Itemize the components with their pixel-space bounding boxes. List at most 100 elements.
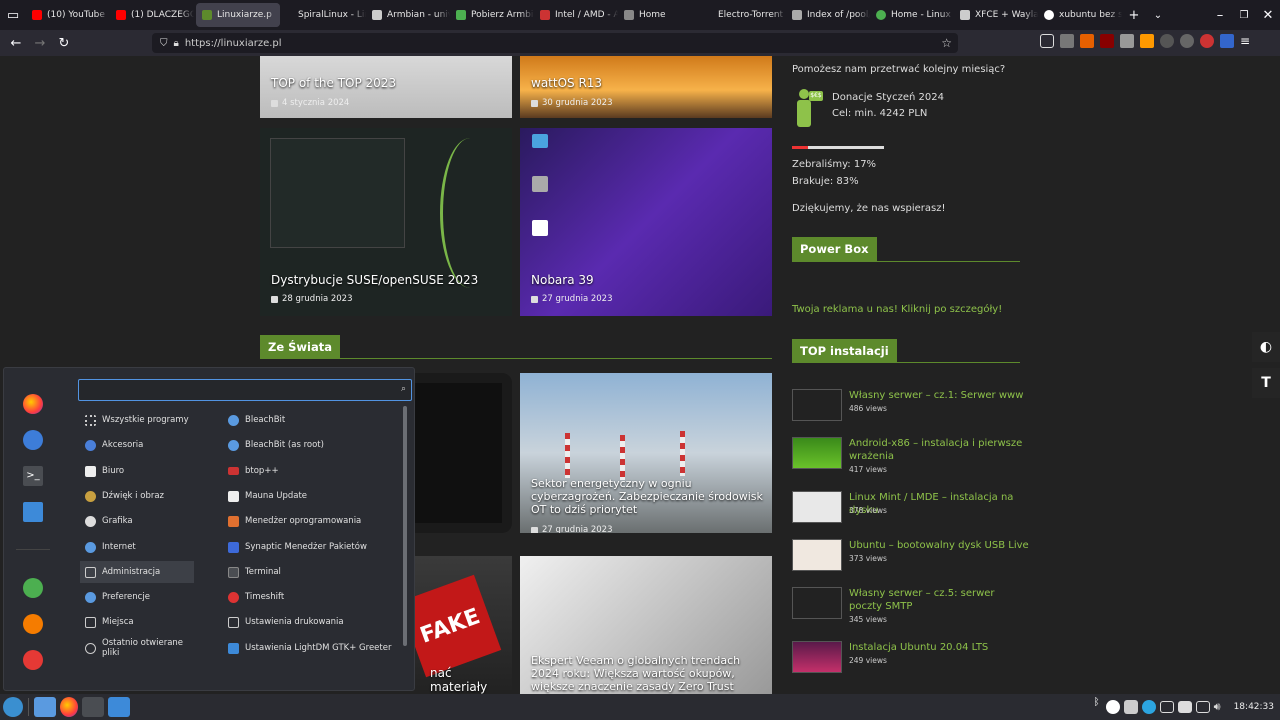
- network-icon[interactable]: [1123, 700, 1138, 714]
- top-install-title[interactable]: Własny serwer – cz.1: Serwer www: [849, 389, 1029, 402]
- file-manager-icon[interactable]: [108, 697, 130, 717]
- tab-home[interactable]: Home: [618, 0, 702, 30]
- tab-linuxiarze[interactable]: Linuxiarze.p: [196, 3, 280, 27]
- addon-icon[interactable]: [1140, 34, 1154, 48]
- search-input[interactable]: ⌕: [78, 379, 412, 401]
- tab-electro-torrent[interactable]: Electro-Torrent: [702, 0, 786, 30]
- post-card[interactable]: Nobara 39 27 grudnia 2023: [520, 128, 772, 316]
- post-title[interactable]: nać materiały: [430, 666, 512, 694]
- font-size-icon[interactable]: T: [1252, 368, 1280, 398]
- contrast-toggle-icon[interactable]: ◐: [1252, 332, 1280, 362]
- translate-icon[interactable]: [1220, 34, 1234, 48]
- clock[interactable]: 18:42:33: [1234, 702, 1274, 712]
- category-preferences[interactable]: Preferencje: [80, 586, 194, 608]
- show-desktop-icon[interactable]: [34, 697, 56, 717]
- tab-home-linux-mint[interactable]: Home - Linux M: [870, 0, 954, 30]
- top-install-item[interactable]: Ubuntu – bootowalny dysk USB Live 373 vie…: [792, 539, 1032, 579]
- tab-dlaczego[interactable]: (1) DLACZEGO: [110, 0, 194, 30]
- post-card[interactable]: Sektor energetyczny w ogniu cyberzagroże…: [520, 373, 772, 533]
- logout-icon[interactable]: [23, 614, 43, 634]
- category-multimedia[interactable]: Dźwięk i obraz: [80, 485, 194, 507]
- app-mauna-update[interactable]: Mauna Update: [223, 485, 403, 507]
- forward-icon[interactable]: →: [28, 31, 52, 55]
- addon-icon[interactable]: [1180, 34, 1194, 48]
- app-bleachbit-root[interactable]: BleachBit (as root): [223, 434, 403, 456]
- power-icon[interactable]: [23, 650, 43, 670]
- start-menu-icon[interactable]: [3, 697, 23, 717]
- section-heading-ze-swiata[interactable]: Ze Świata: [260, 335, 341, 359]
- category-places[interactable]: Miejsca: [80, 611, 194, 633]
- new-tab-button[interactable]: +: [1122, 3, 1146, 27]
- tab-overview-icon[interactable]: ▭: [0, 3, 26, 27]
- extensions-icon[interactable]: [1060, 34, 1074, 48]
- post-title[interactable]: Sektor energetyczny w ogniu cyberzagroże…: [531, 477, 766, 516]
- close-icon[interactable]: ✕: [1256, 3, 1280, 27]
- app-btop[interactable]: btop++: [223, 460, 403, 482]
- folder-icon[interactable]: [23, 502, 43, 522]
- app-lightdm-settings[interactable]: Ustawienia LightDM GTK+ Greeter: [223, 637, 403, 659]
- post-title[interactable]: Dystrybucje SUSE/openSUSE 2023: [271, 273, 478, 287]
- addon-icon[interactable]: [1120, 34, 1134, 48]
- category-internet[interactable]: Internet: [80, 536, 194, 558]
- app-bleachbit[interactable]: BleachBit: [223, 409, 403, 431]
- rss-icon[interactable]: [1080, 34, 1094, 48]
- firefox-icon[interactable]: [60, 697, 78, 717]
- tab-intel-amd[interactable]: Intel / AMD - A: [534, 0, 618, 30]
- app-software-manager[interactable]: Menedżer oprogramowania: [223, 510, 403, 532]
- app-print-settings[interactable]: Ustawienia drukowania: [223, 611, 403, 633]
- tab-index-pool[interactable]: Index of /pool/: [786, 0, 870, 30]
- terminal-icon[interactable]: >_: [23, 466, 43, 486]
- tab-xfce-wayland[interactable]: XFCE + Waylan: [954, 0, 1038, 30]
- post-card[interactable]: TOP of the TOP 2023 4 stycznia 2024: [260, 56, 512, 118]
- scrollbar[interactable]: [403, 406, 407, 646]
- back-icon[interactable]: ←: [4, 31, 28, 55]
- tab-pobierz-armbian[interactable]: Pobierz Armbi: [450, 0, 534, 30]
- app-terminal[interactable]: Terminal: [223, 561, 403, 583]
- category-office[interactable]: Biuro: [80, 460, 194, 482]
- post-title[interactable]: Nobara 39: [531, 273, 594, 287]
- app-timeshift[interactable]: Timeshift: [223, 586, 403, 608]
- pocket-icon[interactable]: [1040, 34, 1054, 48]
- addon-icon[interactable]: [1160, 34, 1174, 48]
- top-install-item[interactable]: Instalacja Ubuntu 20.04 LTS 249 views: [792, 641, 1032, 681]
- top-install-item[interactable]: Własny serwer – cz.5: serwer poczty SMTP…: [792, 587, 1032, 627]
- top-install-item[interactable]: Linux Mint / LMDE – instalacja na dysku 3…: [792, 491, 1032, 531]
- post-title[interactable]: Ekspert Veeam o globalnych trendach 2024…: [531, 654, 766, 693]
- volume-icon[interactable]: 🔊︎: [1214, 701, 1228, 713]
- category-recent[interactable]: Ostatnio otwierane pliki: [80, 637, 194, 659]
- telegram-icon[interactable]: [1141, 700, 1156, 714]
- restore-icon[interactable]: ❐: [1232, 3, 1256, 27]
- category-all[interactable]: Wszystkie programy: [80, 409, 194, 431]
- reload-icon[interactable]: ↻: [52, 31, 76, 55]
- tab-youtube[interactable]: (10) YouTube: [26, 0, 110, 30]
- display-icon[interactable]: [1195, 701, 1210, 713]
- top-install-item[interactable]: Własny serwer – cz.1: Serwer www 486 view…: [792, 389, 1032, 429]
- tab-spirallinux[interactable]: SpiralLinux - Linux: [282, 0, 366, 30]
- url-bar[interactable]: ⛉ 🔒︎ https://linuxiarze.pl ☆: [152, 33, 958, 53]
- ublock-icon[interactable]: [1100, 34, 1114, 48]
- printer-icon[interactable]: [1177, 701, 1192, 713]
- bluetooth-icon[interactable]: ᛒ: [1092, 697, 1102, 717]
- ad-link[interactable]: Twoja reklama u nas! Kliknij po szczegół…: [792, 304, 1002, 315]
- top-install-title[interactable]: Własny serwer – cz.5: serwer poczty SMTP: [849, 587, 1029, 613]
- firefox-icon[interactable]: [23, 394, 43, 414]
- terminal-icon[interactable]: [82, 697, 104, 717]
- category-graphics[interactable]: Grafika: [80, 510, 194, 532]
- tab-list-chevron-icon[interactable]: ⌄: [1146, 3, 1170, 27]
- post-title[interactable]: TOP of the TOP 2023: [271, 76, 396, 90]
- post-card[interactable]: Dystrybucje SUSE/openSUSE 2023 28 grudni…: [260, 128, 512, 316]
- post-title[interactable]: wattOS R13: [531, 76, 602, 90]
- notification-icon[interactable]: [1105, 700, 1120, 714]
- tab-armbian[interactable]: Armbian - univ: [366, 0, 450, 30]
- category-administration[interactable]: Administracja: [80, 561, 194, 583]
- top-install-title[interactable]: Android-x86 – instalacja i pierwsze wraż…: [849, 437, 1029, 463]
- bookmark-star-icon[interactable]: ☆: [941, 36, 952, 50]
- battery-icon[interactable]: [1159, 701, 1174, 713]
- tab-xubuntu[interactable]: xubuntu bez sn: [1038, 0, 1122, 30]
- minimize-icon[interactable]: –: [1208, 3, 1232, 27]
- category-accessories[interactable]: Akcesoria: [80, 434, 194, 456]
- top-install-title[interactable]: Ubuntu – bootowalny dysk USB Live: [849, 539, 1029, 552]
- toggle-icon[interactable]: [23, 430, 43, 450]
- menu-icon[interactable]: ≡: [1240, 34, 1254, 48]
- post-card[interactable]: wattOS R13 30 grudnia 2023: [520, 56, 772, 118]
